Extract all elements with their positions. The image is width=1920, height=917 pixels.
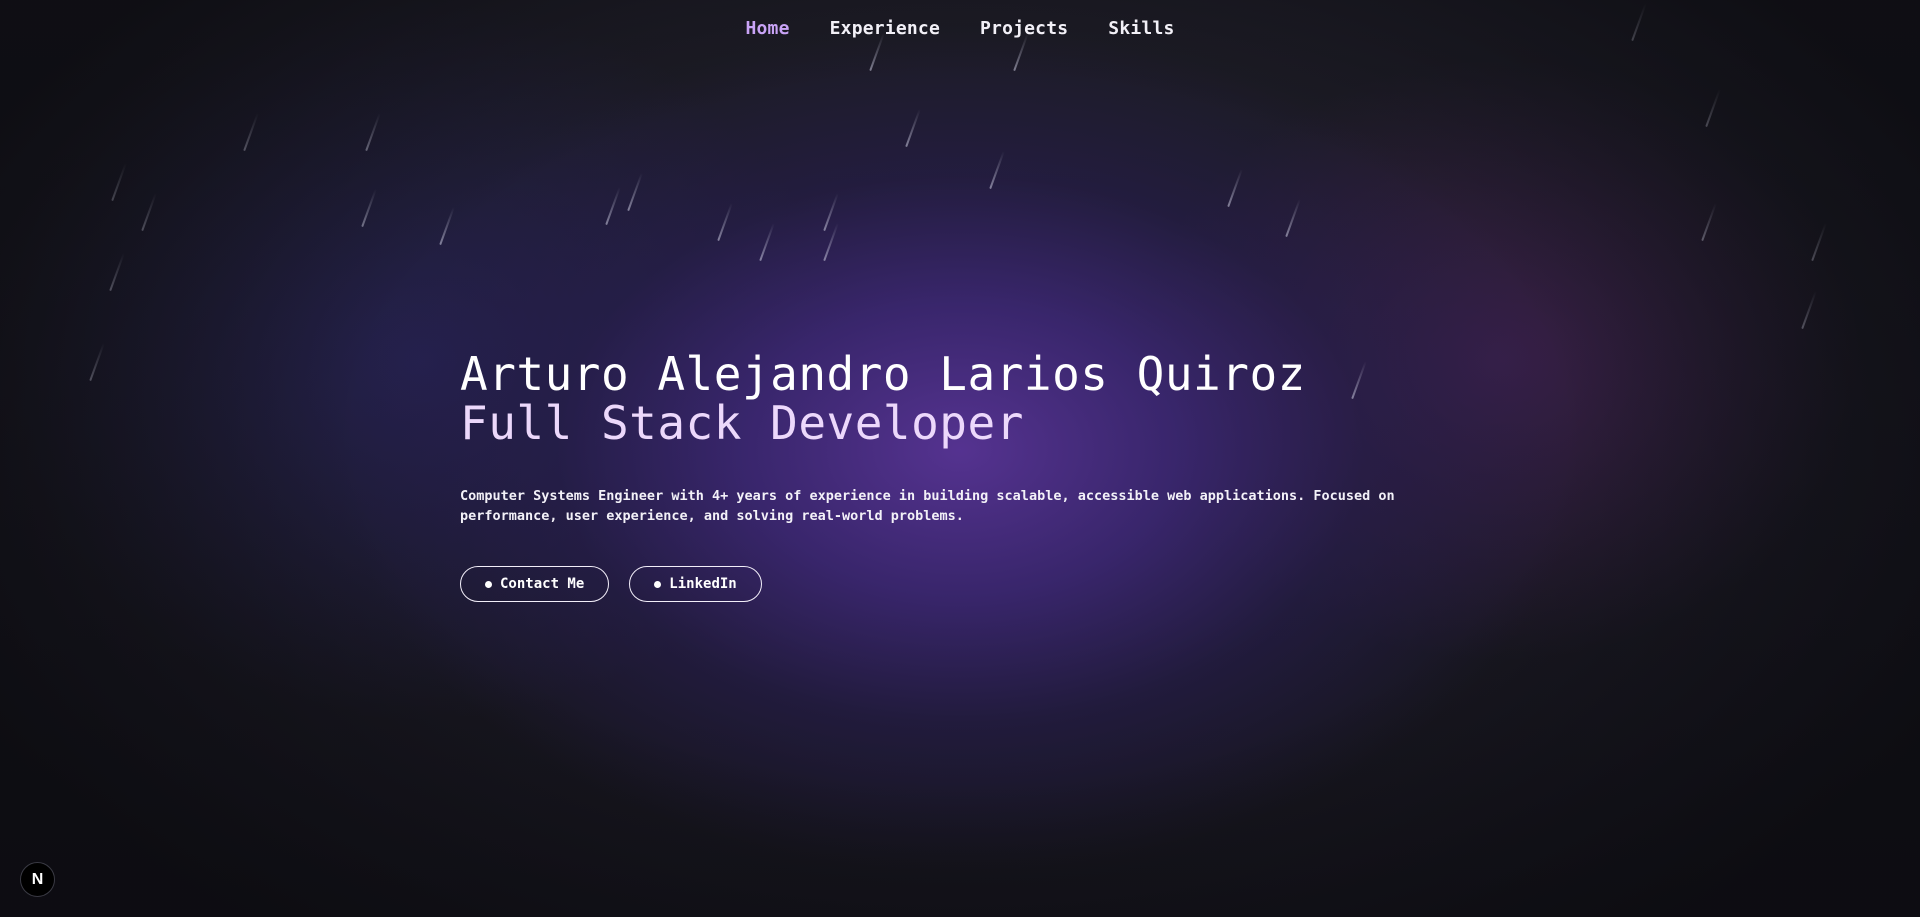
hero-name: Arturo Alejandro Larios Quiroz (460, 347, 1306, 401)
cta-buttons: Contact Me LinkedIn (460, 566, 1460, 602)
rain-drop (111, 162, 127, 202)
rain-drop (823, 222, 839, 262)
rain-drop (243, 112, 259, 152)
hero-section: Arturo Alejandro Larios Quiroz Full Stac… (460, 350, 1460, 602)
nav-projects-link[interactable]: Projects (980, 18, 1068, 39)
nav-experience-link[interactable]: Experience (830, 18, 940, 39)
rain-drop (365, 112, 381, 152)
dot-icon (654, 580, 662, 588)
rain-drop (905, 108, 921, 148)
dot-icon (485, 580, 492, 588)
rain-drop (439, 206, 455, 246)
rain-drop (109, 252, 125, 292)
contact-me-label: Contact Me (500, 576, 585, 592)
rain-drop (1801, 290, 1817, 330)
nav-home-link[interactable]: Home (745, 18, 789, 39)
top-navigation: Home Experience Projects Skills (0, 18, 1920, 39)
portfolio-page: Home Experience Projects Skills Arturo A… (0, 0, 1920, 917)
hero-description: Computer Systems Engineer with 4+ years … (460, 488, 1395, 524)
rain-drop (717, 202, 733, 242)
rain-drop (361, 188, 377, 228)
rain-drop (1705, 88, 1721, 128)
rain-drop (627, 172, 643, 212)
nav-skills-link[interactable]: Skills (1108, 18, 1174, 39)
nextjs-letter: N (31, 870, 44, 888)
rain-drop (1285, 198, 1301, 238)
rain-drop (605, 186, 621, 226)
hero-role: Full Stack Developer (460, 396, 1024, 450)
rain-drop (141, 192, 157, 232)
rain-drop (759, 222, 775, 262)
rain-drop (1701, 202, 1717, 242)
rain-drop (989, 150, 1005, 190)
linkedin-button[interactable]: LinkedIn (629, 566, 762, 602)
linkedin-label: LinkedIn (669, 576, 737, 592)
rain-drop (89, 342, 105, 382)
contact-me-button[interactable]: Contact Me (460, 566, 610, 602)
rain-drop (823, 192, 839, 232)
rain-drop (1811, 222, 1827, 262)
rain-drop (1227, 168, 1243, 208)
nextjs-icon[interactable]: N (20, 862, 55, 897)
